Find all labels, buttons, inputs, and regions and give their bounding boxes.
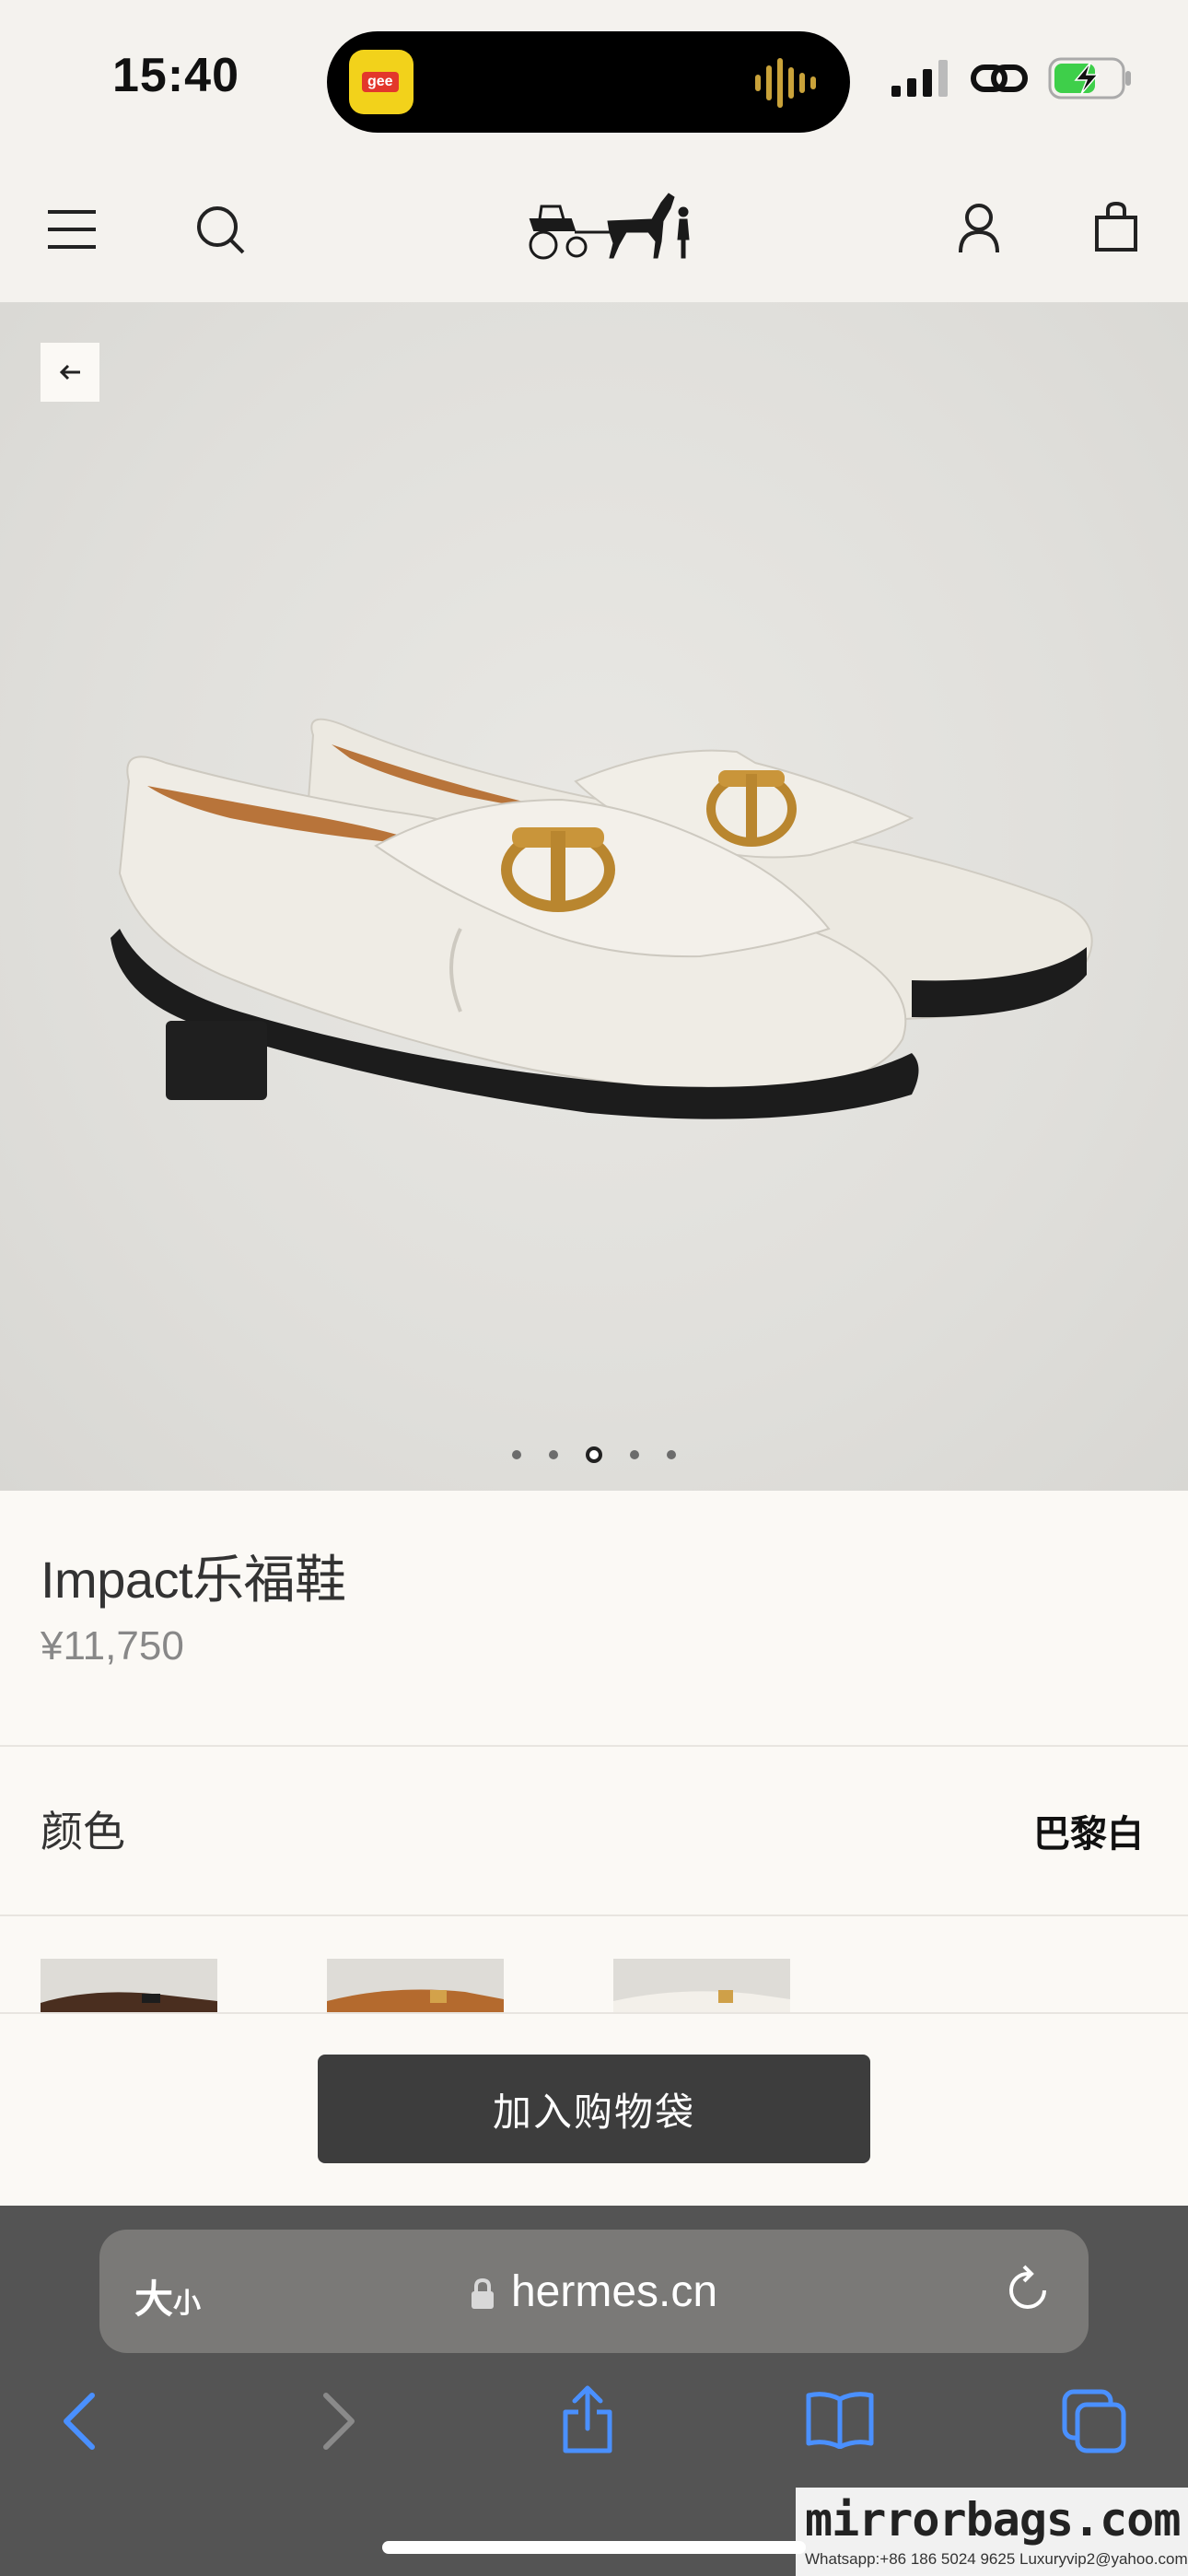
status-bar: 15:40 gee bbox=[0, 0, 1188, 162]
add-to-bag-button[interactable]: 加入购物袋 bbox=[318, 2055, 870, 2163]
carousel-dot[interactable] bbox=[667, 1450, 676, 1459]
island-app-tag: gee bbox=[362, 72, 399, 92]
reload-icon[interactable] bbox=[1004, 2263, 1054, 2318]
forward-arrow-icon[interactable] bbox=[320, 2392, 357, 2451]
carousel-dot[interactable] bbox=[630, 1450, 639, 1459]
watermark: mirrorbags.com Whatsapp:+86 186 5024 962… bbox=[796, 2488, 1188, 2576]
bookmarks-icon[interactable] bbox=[805, 2390, 875, 2449]
color-swatch-white[interactable] bbox=[613, 1959, 790, 2012]
menu-button[interactable] bbox=[46, 208, 98, 251]
url-display[interactable]: hermes.cn bbox=[99, 2266, 1089, 2317]
island-app-icon[interactable]: gee bbox=[349, 50, 413, 114]
lock-icon bbox=[471, 2278, 494, 2310]
dynamic-island[interactable]: gee bbox=[327, 31, 850, 133]
shopping-bag-button[interactable] bbox=[1094, 201, 1138, 252]
carousel-pagination bbox=[0, 1446, 1188, 1463]
menu-icon bbox=[48, 210, 96, 249]
horse-carriage-logo-icon bbox=[529, 193, 690, 260]
link-icon bbox=[971, 64, 1028, 92]
battery-charging-icon bbox=[1048, 57, 1131, 100]
hermes-logo[interactable] bbox=[523, 184, 693, 263]
share-icon[interactable] bbox=[560, 2384, 615, 2454]
color-swatch-brown[interactable] bbox=[41, 1959, 217, 2012]
account-button[interactable] bbox=[958, 203, 1000, 254]
status-time: 15:40 bbox=[112, 49, 239, 102]
search-button[interactable] bbox=[195, 205, 247, 256]
url-text: hermes.cn bbox=[510, 2267, 718, 2316]
carousel-dot[interactable] bbox=[549, 1450, 558, 1459]
product-price: ¥11,750 bbox=[41, 1623, 184, 1669]
back-arrow-icon[interactable] bbox=[61, 2392, 98, 2451]
color-label: 颜色 bbox=[41, 1808, 125, 1856]
product-image bbox=[111, 718, 1093, 1119]
search-icon bbox=[197, 206, 245, 254]
watermark-contact: Whatsapp:+86 186 5024 9625 Luxuryvip2@ya… bbox=[805, 2550, 1188, 2568]
product-title: Impact乐福鞋 bbox=[41, 1551, 346, 1609]
carousel-dot[interactable] bbox=[512, 1450, 521, 1459]
home-indicator bbox=[382, 2541, 806, 2554]
color-swatch-tan[interactable] bbox=[327, 1959, 504, 2012]
product-image-carousel[interactable] bbox=[0, 302, 1188, 1491]
signal-icon bbox=[891, 60, 948, 97]
account-icon bbox=[959, 204, 999, 253]
audio-wave-icon bbox=[755, 58, 816, 108]
address-bar[interactable]: 大小 hermes.cn bbox=[99, 2230, 1089, 2353]
shopping-bag-icon bbox=[1095, 201, 1137, 252]
color-value: 巴黎白 bbox=[1033, 1814, 1144, 1855]
site-header bbox=[0, 162, 1188, 302]
carousel-dot-active[interactable] bbox=[586, 1446, 602, 1463]
watermark-text: mirrorbags.com bbox=[805, 2493, 1181, 2547]
tabs-icon[interactable] bbox=[1061, 2388, 1127, 2454]
divider bbox=[0, 1745, 1188, 1747]
divider bbox=[0, 1914, 1188, 1916]
